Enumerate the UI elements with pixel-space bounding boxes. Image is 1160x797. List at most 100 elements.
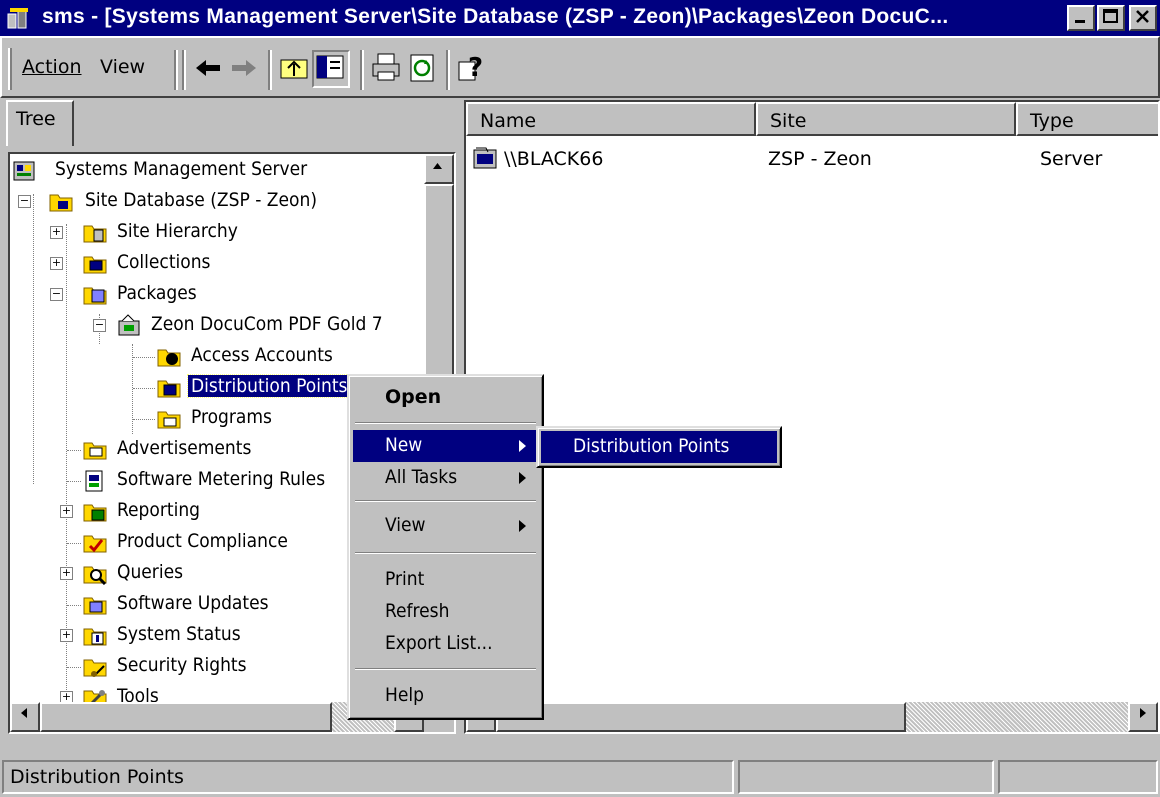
tree-item-access-accounts[interactable]: Access Accounts xyxy=(10,342,450,372)
menu-item-open[interactable]: Open xyxy=(353,380,538,416)
column-header-label: Name xyxy=(480,110,537,132)
up-one-level-icon[interactable] xyxy=(278,52,310,84)
tree-connector xyxy=(67,543,81,544)
tree-item-site-database[interactable]: − Site Database (ZSP - Zeon) xyxy=(10,187,450,217)
tree-item-zeon-docucom-pdf-gold[interactable]: − Zeon DocuCom PDF Gold 7 xyxy=(10,311,450,341)
toolbar-grip[interactable] xyxy=(8,48,12,90)
advertisements-icon xyxy=(83,442,107,460)
menu-item-label: New xyxy=(385,434,423,456)
tree-connector xyxy=(67,481,81,482)
menu-item-view[interactable]: View xyxy=(353,510,538,542)
show-hide-tree-button[interactable] xyxy=(312,50,350,88)
toolbar-separator xyxy=(268,50,272,90)
expand-toggle[interactable]: + xyxy=(60,505,73,518)
list-horizontal-scrollbar[interactable] xyxy=(466,702,1158,732)
access-accounts-icon xyxy=(157,349,181,367)
close-icon xyxy=(1136,10,1149,23)
collapse-toggle[interactable]: − xyxy=(93,319,106,332)
menu-separator xyxy=(355,668,536,670)
toolbar-separator xyxy=(360,50,364,90)
cell-site: ZSP - Zeon xyxy=(768,148,872,170)
back-arrow-icon[interactable] xyxy=(192,52,224,84)
menu-item-label: Open xyxy=(385,386,442,408)
close-button[interactable] xyxy=(1129,5,1157,31)
menu-item-distribution-points[interactable]: Distribution Points xyxy=(541,431,777,463)
scroll-left-button[interactable] xyxy=(10,702,40,732)
expand-toggle[interactable]: + xyxy=(50,226,63,239)
context-menu: Open New All Tasks View Print Refresh Ex… xyxy=(347,374,544,720)
tree-item-label: System Status xyxy=(117,623,241,645)
tree-item-systems-management-server[interactable]: Systems Management Server xyxy=(10,156,450,186)
menu-action[interactable]: Action xyxy=(22,56,82,78)
tree-item-label: Advertisements xyxy=(117,437,252,459)
queries-icon xyxy=(83,566,107,585)
scroll-thumb[interactable] xyxy=(40,702,332,732)
expand-toggle[interactable]: + xyxy=(50,257,63,270)
tree-item-site-hierarchy[interactable]: + Site Hierarchy xyxy=(10,218,450,248)
scroll-up-button[interactable] xyxy=(424,154,454,184)
column-header-site[interactable]: Site xyxy=(756,102,1016,136)
help-icon[interactable]: ? xyxy=(456,52,488,84)
tree-connector xyxy=(67,605,81,606)
tree-item-label: Distribution Points xyxy=(186,374,352,398)
refresh-icon[interactable] xyxy=(406,52,438,84)
scroll-thumb[interactable] xyxy=(496,702,906,732)
menu-item-help[interactable]: Help xyxy=(353,680,538,712)
up-arrow-icon xyxy=(433,163,442,169)
minimize-button[interactable] xyxy=(1067,5,1095,31)
tree-item-label: Product Compliance xyxy=(117,530,288,552)
submenu-arrow-icon xyxy=(519,440,526,452)
scroll-right-button[interactable] xyxy=(1128,702,1158,732)
tree-item-label: Collections xyxy=(117,251,211,273)
menu-view[interactable]: View xyxy=(100,56,145,78)
menu-item-label: Refresh xyxy=(385,600,450,622)
tree-item-packages[interactable]: − Packages xyxy=(10,280,450,310)
tree-connector xyxy=(67,667,81,668)
status-text: Distribution Points xyxy=(10,766,184,788)
menu-item-label: All Tasks xyxy=(385,466,458,488)
tree-item-label: Systems Management Server xyxy=(55,158,308,180)
menu-item-export-list[interactable]: Export List... xyxy=(353,628,538,660)
menu-item-refresh[interactable]: Refresh xyxy=(353,596,538,628)
menu-item-print[interactable]: Print xyxy=(353,564,538,596)
software-metering-icon xyxy=(85,470,103,492)
forward-arrow-icon[interactable] xyxy=(228,52,260,84)
minimize-icon xyxy=(1075,20,1085,23)
cell-name: \\BLACK66 xyxy=(504,148,604,170)
column-header-type[interactable]: Type xyxy=(1016,102,1158,136)
tab-tree[interactable]: Tree xyxy=(6,100,74,146)
table-row[interactable]: \\BLACK66 ZSP - Zeon Server xyxy=(466,144,1158,174)
maximize-button[interactable] xyxy=(1097,5,1125,31)
distribution-server-icon xyxy=(473,147,497,169)
collapse-toggle[interactable]: − xyxy=(18,195,31,208)
tree-item-label: Reporting xyxy=(117,499,201,521)
tree-connector xyxy=(67,450,81,451)
svg-text:?: ? xyxy=(468,53,483,83)
toolbar-separator xyxy=(174,50,178,90)
expand-toggle[interactable]: + xyxy=(60,629,73,642)
menu-separator xyxy=(355,422,536,424)
menu-item-label: Help xyxy=(385,684,424,706)
distribution-points-icon xyxy=(157,380,181,398)
title-bar[interactable]: sms - [Systems Management Server\Site Da… xyxy=(0,0,1160,36)
window-title: sms - [Systems Management Server\Site Da… xyxy=(42,5,949,28)
collapse-toggle[interactable]: − xyxy=(50,288,63,301)
submenu-new: Distribution Points xyxy=(536,426,782,468)
tree-item-label: Site Hierarchy xyxy=(117,220,238,242)
cell-type: Server xyxy=(1040,148,1103,170)
column-header-name[interactable]: Name xyxy=(466,102,756,136)
menu-item-all-tasks[interactable]: All Tasks xyxy=(353,462,538,494)
tree-item-label: Access Accounts xyxy=(191,344,333,366)
sms-app-icon xyxy=(7,8,28,29)
tree-item-label: Programs xyxy=(191,406,272,428)
menu-item-new[interactable]: New xyxy=(353,430,538,462)
menu-view-label: View xyxy=(100,56,146,78)
expand-toggle[interactable]: + xyxy=(60,567,73,580)
print-icon[interactable] xyxy=(370,52,402,84)
tree-item-label: Zeon DocuCom PDF Gold 7 xyxy=(151,313,383,335)
tree-connector xyxy=(133,419,155,420)
list-pane: Name Site Type \\BLACK66 ZSP - Zeon Serv… xyxy=(464,100,1160,734)
toolbar-separator xyxy=(446,50,450,90)
tree-connector xyxy=(133,357,155,358)
tree-item-collections[interactable]: + Collections xyxy=(10,249,450,279)
